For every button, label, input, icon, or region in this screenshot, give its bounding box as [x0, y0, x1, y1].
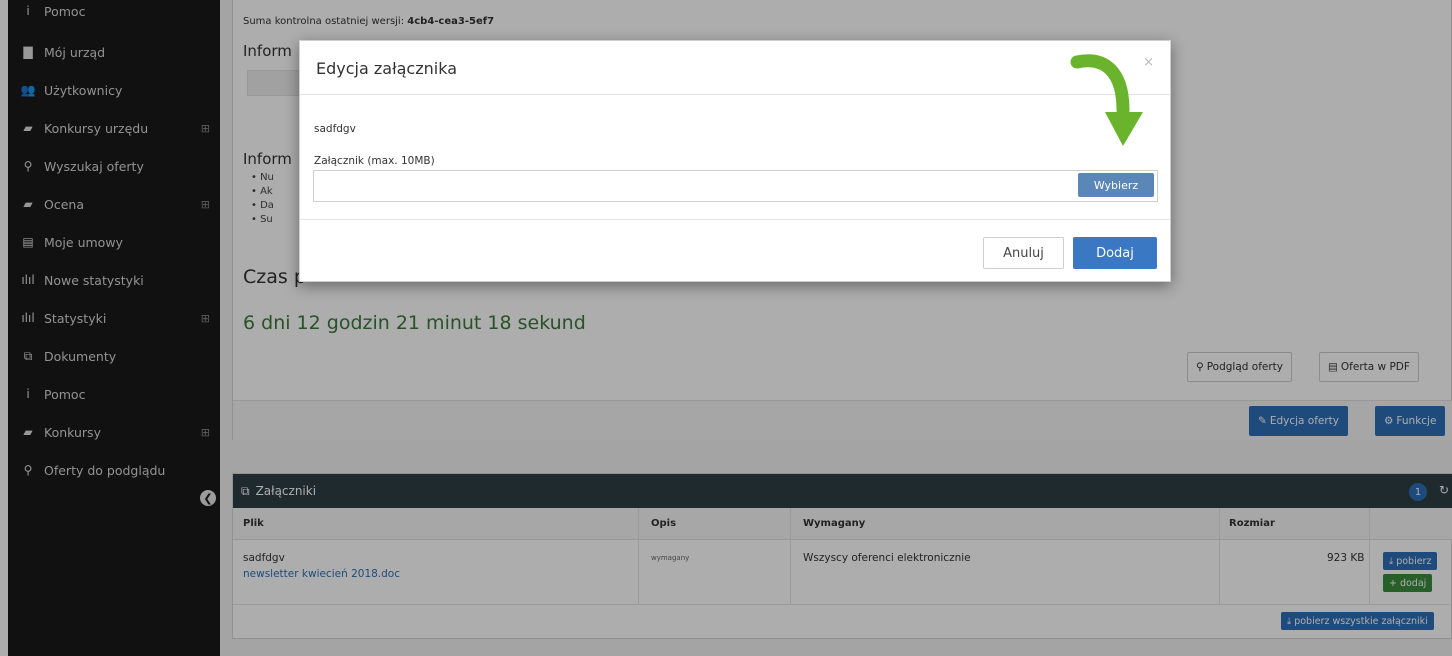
attachment-field-label: Załącznik (max. 10MB): [314, 155, 435, 167]
modal-title: Edycja załącznika: [316, 59, 457, 78]
divider: [300, 219, 1170, 220]
divider: [300, 94, 1170, 95]
arrow-icon: [1070, 54, 1143, 146]
attachment-name: sadfdgv: [314, 123, 356, 135]
edit-attachment-modal: Edycja załącznika × sadfdgv Załącznik (m…: [299, 40, 1171, 282]
file-input[interactable]: [313, 170, 1158, 202]
add-button[interactable]: Dodaj: [1073, 237, 1157, 269]
cancel-button[interactable]: Anuluj: [983, 237, 1064, 269]
choose-file-button[interactable]: Wybierz: [1078, 173, 1154, 197]
